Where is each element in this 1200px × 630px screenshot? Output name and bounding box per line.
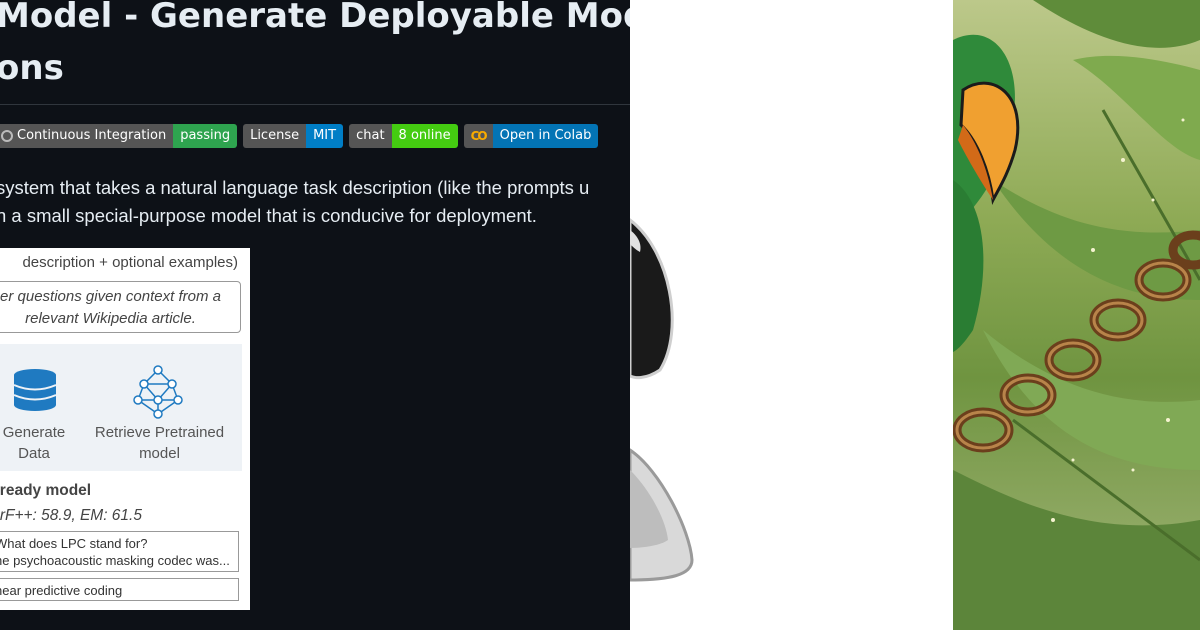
- badge-row: Continuous Integration passing License M…: [0, 124, 599, 148]
- example-input: What does LPC stand for? he psychoacoust…: [0, 531, 239, 572]
- diagram-heading: description + optional examples): [22, 254, 238, 271]
- title-line-1: Model - Generate Deployable Mode: [0, 0, 630, 36]
- chat-badge[interactable]: chat 8 online: [349, 124, 458, 148]
- step-generate-data: Generate Data: [2, 424, 66, 462]
- title-line-2: ons: [0, 48, 64, 88]
- ci-badge[interactable]: Continuous Integration passing: [0, 124, 238, 148]
- pipeline-diagram: description + optional examples) er ques…: [0, 248, 250, 610]
- parrot-illustration: [953, 0, 1200, 630]
- colab-badge[interactable]: CO Open in Colab: [463, 124, 599, 148]
- logo-panel: [630, 0, 953, 630]
- drop-shapes-graphic: [630, 218, 694, 582]
- page-title: Model - Generate Deployable Mode ons: [0, 0, 630, 94]
- step-retrieve-model: Retrieve Pretrained model: [94, 424, 225, 462]
- license-badge[interactable]: License MIT: [243, 124, 344, 148]
- heading-divider: [0, 104, 630, 105]
- github-actions-icon: [1, 130, 13, 142]
- model-metrics: ChrF++: 58.9, EM: 61.5: [0, 507, 142, 524]
- model-title: nt-ready model: [0, 482, 92, 499]
- description-line-1: system that takes a natural language tas…: [0, 177, 590, 198]
- example-output: near predictive coding: [0, 578, 239, 601]
- readme-panel: Model - Generate Deployable Mode ons Con…: [0, 0, 630, 630]
- neural-network-icon: [133, 365, 183, 419]
- parrot-artwork: [953, 0, 1200, 630]
- description-line-2: n a small special-purpose model that is …: [0, 205, 537, 226]
- prompt-box: er questions given context from a releva…: [0, 281, 241, 333]
- database-icon: [13, 369, 57, 411]
- description-paragraph: system that takes a natural language tas…: [0, 174, 630, 230]
- colab-icon: CO: [470, 129, 488, 143]
- pipeline-steps: Generate Data Retrieve Pretrained model: [0, 344, 242, 471]
